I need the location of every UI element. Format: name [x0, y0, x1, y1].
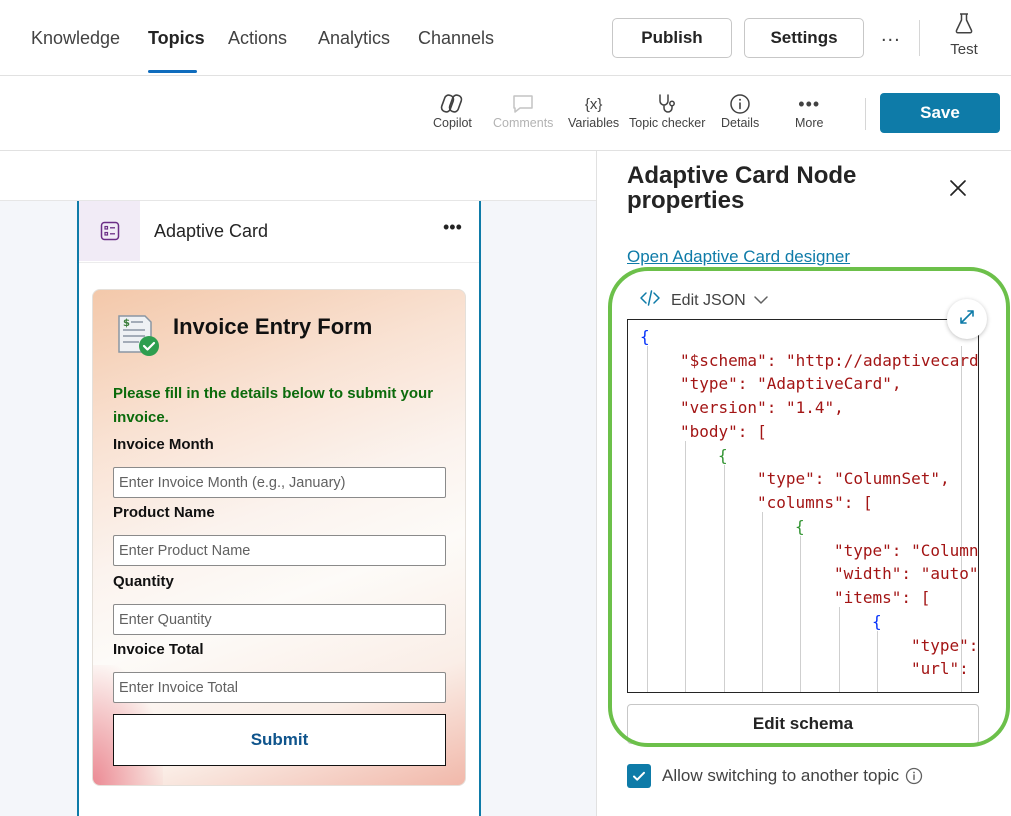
- edit-json-label: Edit JSON: [671, 291, 746, 309]
- expand-icon: [957, 307, 977, 332]
- more-label: More: [795, 116, 824, 130]
- details-tool[interactable]: Details: [721, 92, 759, 130]
- comment-icon: [511, 92, 535, 116]
- app-root: Knowledge Topics Actions Analytics Chann…: [0, 0, 1011, 816]
- invoice-total-input[interactable]: Enter Invoice Total: [113, 672, 446, 703]
- submit-button[interactable]: Submit: [113, 714, 446, 766]
- tab-analytics[interactable]: Analytics: [318, 28, 390, 49]
- nav-more-button[interactable]: ...: [881, 24, 901, 47]
- code-icon: [639, 289, 661, 312]
- code-line: {: [640, 327, 650, 346]
- code-line: "columns": [: [757, 493, 873, 512]
- code-line: "version": "1.4",: [680, 398, 844, 417]
- tab-channels[interactable]: Channels: [418, 28, 494, 49]
- save-button[interactable]: Save: [880, 93, 1000, 133]
- info-icon: [729, 92, 751, 116]
- tab-actions[interactable]: Actions: [228, 28, 287, 49]
- tab-topics[interactable]: Topics: [148, 28, 205, 49]
- code-line: "url":: [911, 659, 969, 678]
- copilot-tool[interactable]: Copilot: [433, 92, 472, 130]
- code-line: "width": "auto": [834, 564, 979, 583]
- details-label: Details: [721, 116, 760, 130]
- stethoscope-icon: [655, 92, 679, 116]
- nav-divider: [919, 20, 920, 56]
- comments-label: Comments: [493, 116, 554, 130]
- allow-switching-label: Allow switching to another topic: [662, 766, 900, 785]
- topic-checker-label: Topic checker: [629, 116, 706, 130]
- code-line: "type": "Column: [834, 541, 979, 560]
- invoice-icon: $: [111, 308, 163, 365]
- product-name-input[interactable]: Enter Product Name: [113, 535, 446, 566]
- code-line: {: [718, 446, 728, 465]
- more-tool[interactable]: ••• More: [795, 92, 824, 131]
- authoring-canvas[interactable]: Adaptive Card ••• $ Invoice Entry Form P…: [0, 151, 596, 816]
- variables-tool[interactable]: {x} Variables: [568, 92, 620, 131]
- topic-toolbar: Copilot Comments {x} Variables Topic che…: [0, 76, 1011, 151]
- tab-knowledge[interactable]: Knowledge: [31, 28, 120, 49]
- close-icon[interactable]: [947, 177, 969, 204]
- adaptive-card-preview: $ Invoice Entry Form Please fill in the …: [92, 289, 466, 786]
- invoice-total-label: Invoice Total: [113, 641, 204, 658]
- product-name-label: Product Name: [113, 504, 215, 521]
- info-icon[interactable]: [905, 767, 923, 785]
- quantity-input[interactable]: Enter Quantity: [113, 604, 446, 635]
- top-nav: Knowledge Topics Actions Analytics Chann…: [0, 0, 1011, 76]
- card-intro-text: Please fill in the details below to subm…: [113, 385, 434, 426]
- node-more-button[interactable]: •••: [443, 217, 462, 238]
- edit-json-dropdown[interactable]: Edit JSON: [639, 289, 768, 312]
- json-code-editor[interactable]: { "$schema": "http://adaptivecard "type"…: [627, 319, 979, 693]
- open-designer-link[interactable]: Open Adaptive Card designer: [627, 247, 850, 267]
- allow-switching-checkbox[interactable]: [627, 764, 651, 788]
- toolbar-divider: [865, 98, 866, 130]
- publish-button[interactable]: Publish: [612, 18, 732, 58]
- test-label: Test: [950, 41, 978, 58]
- comments-tool[interactable]: Comments: [493, 92, 553, 130]
- code-line: {: [795, 517, 805, 536]
- chevron-down-icon: [753, 292, 768, 310]
- topic-checker-tool[interactable]: Topic checker: [629, 92, 705, 130]
- variables-label: Variables: [568, 116, 620, 130]
- flask-icon: [954, 12, 974, 39]
- active-tab-indicator: [148, 70, 197, 73]
- ellipsis-icon: •••: [798, 93, 821, 114]
- code-line: "type": "ColumnSet",: [757, 469, 950, 488]
- allow-switching-row: Allow switching to another topic: [627, 764, 923, 788]
- node-header: Adaptive Card •••: [79, 201, 479, 263]
- code-line: "type":: [911, 636, 979, 655]
- canvas-top-band: [0, 151, 596, 201]
- invoice-month-input[interactable]: Enter Invoice Month (e.g., January): [113, 467, 446, 498]
- code-line: "body": [: [680, 422, 767, 441]
- code-line: "items": [: [834, 588, 931, 607]
- adaptive-card-node[interactable]: Adaptive Card ••• $ Invoice Entry Form P…: [77, 201, 481, 816]
- edit-schema-button[interactable]: Edit schema: [627, 704, 979, 744]
- expand-editor-button[interactable]: [947, 299, 987, 339]
- copilot-label: Copilot: [433, 116, 472, 130]
- code-line: {: [872, 612, 882, 631]
- properties-panel: Adaptive Card Node properties Open Adapt…: [596, 151, 1011, 816]
- svg-text:$: $: [123, 318, 130, 329]
- settings-button[interactable]: Settings: [744, 18, 864, 58]
- copilot-icon: [439, 92, 465, 116]
- code-line: "type": "AdaptiveCard",: [680, 374, 902, 393]
- panel-title: Adaptive Card Node properties: [627, 162, 857, 214]
- invoice-month-label: Invoice Month: [113, 436, 214, 453]
- variables-icon: {x}: [584, 95, 603, 113]
- test-button[interactable]: Test: [942, 12, 986, 62]
- node-title: Adaptive Card: [154, 221, 269, 241]
- adaptive-card-icon: [79, 201, 140, 261]
- quantity-label: Quantity: [113, 573, 174, 590]
- code-line: "$schema": "http://adaptivecard: [680, 351, 979, 370]
- card-title: Invoice Entry Form: [173, 314, 373, 339]
